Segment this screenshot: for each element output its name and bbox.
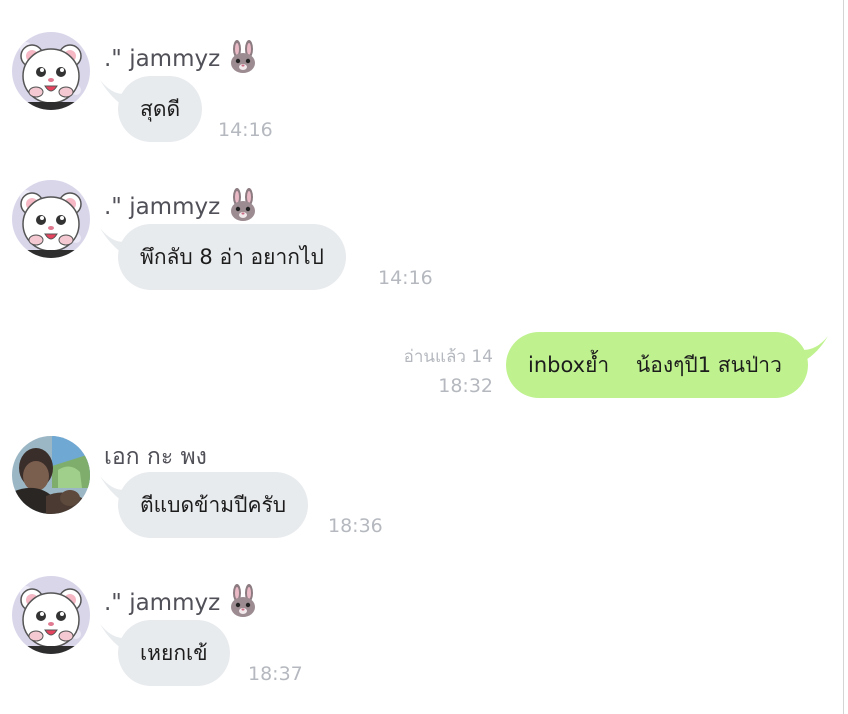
- sender-avatar[interactable]: [12, 576, 90, 654]
- hamster-avatar-icon: [12, 180, 90, 258]
- sender-avatar[interactable]: [12, 180, 90, 258]
- message-bubble-outgoing[interactable]: inboxย้ำ น้องๆปี1 สนป่าว: [506, 332, 808, 398]
- sender-avatar[interactable]: [12, 436, 90, 514]
- message-timestamp: 18:32: [438, 375, 493, 397]
- photo-avatar-icon: [12, 436, 90, 514]
- message-text: ตีแบดข้ามปีครับ: [140, 493, 287, 517]
- rabbit-icon: [226, 188, 260, 222]
- sender-avatar[interactable]: [12, 32, 90, 110]
- message-timestamp: 18:36: [328, 515, 383, 537]
- sender-name-text: เอก กะ พง: [104, 444, 207, 470]
- window-edge-divider: [843, 0, 844, 714]
- sender-name-text: ." jammyz: [104, 590, 221, 616]
- message-timestamp: 18:37: [248, 663, 303, 685]
- rabbit-icon: [226, 584, 260, 618]
- message-timestamp: 14:16: [218, 119, 273, 141]
- sender-name: เอก กะ พง: [104, 442, 207, 472]
- message-text: เหยกเข้: [140, 641, 208, 665]
- rabbit-icon: [226, 40, 260, 74]
- message-text: พึกลับ 8 อ่า อยากไป: [140, 245, 324, 269]
- hamster-avatar-icon: [12, 32, 90, 110]
- sender-name-text: ." jammyz: [104, 46, 221, 72]
- read-receipt: อ่านแล้ว 14: [403, 347, 493, 367]
- sender-name: ." jammyz: [104, 40, 260, 74]
- message-text: สุดดี: [140, 97, 181, 121]
- hamster-avatar-icon: [12, 576, 90, 654]
- message-bubble[interactable]: สุดดี: [118, 76, 203, 142]
- message-bubble[interactable]: ตีแบดข้ามปีครับ: [118, 472, 309, 538]
- message-text: inboxย้ำ น้องๆปี1 สนป่าว: [528, 353, 782, 377]
- sender-name: ." jammyz: [104, 584, 260, 618]
- sender-name: ." jammyz: [104, 188, 260, 222]
- message-bubble[interactable]: พึกลับ 8 อ่า อยากไป: [118, 224, 346, 290]
- sender-name-text: ." jammyz: [104, 194, 221, 220]
- message-timestamp: 14:16: [378, 267, 433, 289]
- message-bubble[interactable]: เหยกเข้: [118, 620, 230, 686]
